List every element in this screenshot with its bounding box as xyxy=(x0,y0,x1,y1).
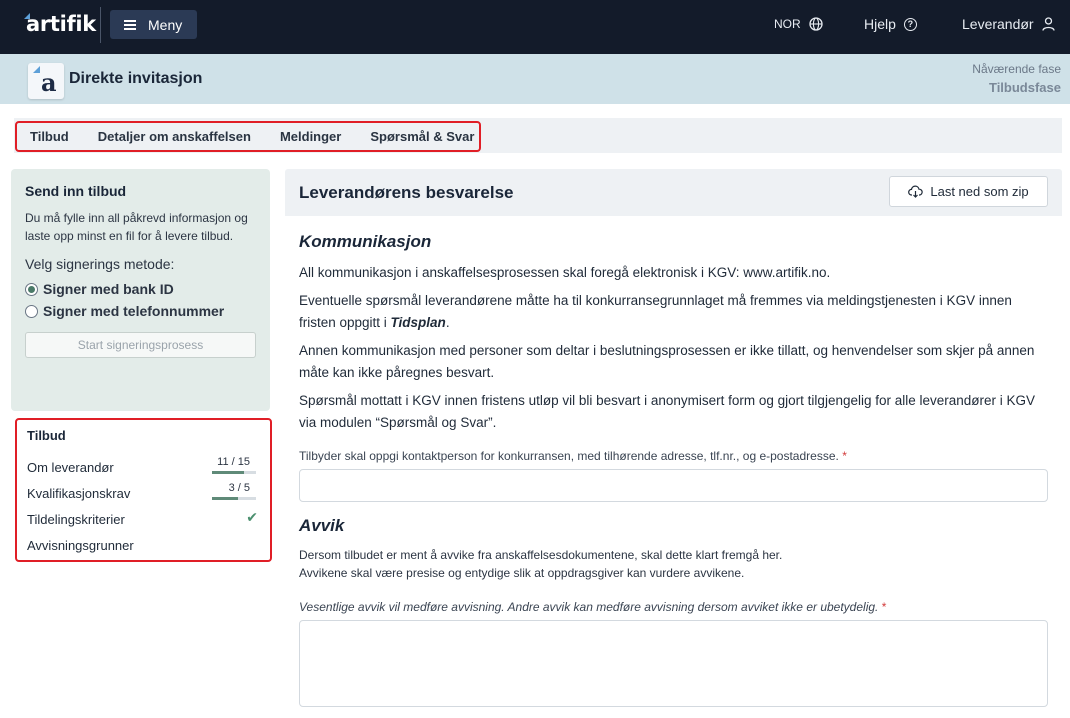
main-title: Leverandørens besvarelse xyxy=(299,183,514,202)
artifik-logo[interactable]: artifik xyxy=(26,12,96,36)
tab-meldinger[interactable]: Meldinger xyxy=(280,129,341,144)
user-icon xyxy=(1041,17,1055,31)
menu-button[interactable]: Meny xyxy=(110,10,197,39)
progress-bar xyxy=(212,497,256,500)
nav-item-kvalifikasjonskrav[interactable]: Kvalifikasjonskrav 3 / 5 xyxy=(27,481,260,507)
progress-fill xyxy=(212,471,245,474)
radio-phone[interactable] xyxy=(25,304,38,318)
tab-sporsmal-svar[interactable]: Spørsmål & Svar xyxy=(370,129,474,144)
help-label: Hjelp xyxy=(864,16,896,32)
progress-fill xyxy=(212,497,239,500)
contact-person-input[interactable] xyxy=(299,469,1048,502)
progress-count: 3 / 5 xyxy=(228,482,250,494)
sign-bankid-label: Signer med bank ID xyxy=(43,281,174,297)
globe-icon xyxy=(809,17,823,31)
contact-field-label: Tilbyder skal oppgi kontaktperson for ko… xyxy=(299,449,1051,463)
required-marker: * xyxy=(842,449,847,463)
nav-item-label: Om leverandør xyxy=(27,460,114,475)
hamburger-icon xyxy=(124,20,136,30)
nav-item-avvisningsgrunner[interactable]: Avvisningsgrunner xyxy=(27,533,260,559)
tabs: Tilbud Detaljer om anskaffelsen Meldinge… xyxy=(15,121,481,152)
procurement-logo: a xyxy=(28,63,64,99)
tidsplan-link[interactable]: Tidsplan xyxy=(391,315,446,330)
phase-label: Nåværende fase xyxy=(972,62,1061,76)
tilbud-nav-title: Tilbud xyxy=(27,428,66,443)
kommunikasjon-paragraph-2: Eventuelle spørsmål leverandørene måtte … xyxy=(299,290,1051,334)
avvik-line-1: Dersom tilbudet er ment å avvike fra ans… xyxy=(299,548,783,562)
kommunikasjon-paragraph-1: All kommunikasjon i anskaffelsesprosesse… xyxy=(299,265,831,280)
nav-item-label: Avvisningsgrunner xyxy=(27,538,134,553)
section-title-kommunikasjon: Kommunikasjon xyxy=(299,232,432,251)
download-zip-label: Last ned som zip xyxy=(930,184,1029,199)
nav-item-tildelingskriterier[interactable]: Tildelingskriterier ✔ xyxy=(27,507,260,533)
question-circle-icon: ? xyxy=(903,17,917,31)
page-title: Direkte invitasjon xyxy=(69,70,203,87)
user-label: Leverandør xyxy=(962,16,1034,32)
radio-bankid[interactable] xyxy=(25,282,38,296)
top-navigation-bar: artifik Meny NOR Hjelp ? Leverandør xyxy=(0,0,1070,54)
main-content: Kommunikasjon All kommunikasjon i anskaf… xyxy=(299,232,1051,707)
sign-phone-option[interactable]: Signer med telefonnummer xyxy=(25,303,256,319)
check-icon: ✔ xyxy=(246,509,258,525)
language-selector[interactable]: NOR xyxy=(774,17,823,31)
tab-tilbud[interactable]: Tilbud xyxy=(30,129,69,144)
avvik-line-2: Avvikene skal være presise og entydige s… xyxy=(299,566,745,580)
logo-letter-icon: a xyxy=(41,68,57,97)
language-label: NOR xyxy=(774,17,801,31)
kommunikasjon-paragraph-4: Spørsmål mottatt i KGV innen fristens ut… xyxy=(299,393,1036,430)
progress-count: 11 / 15 xyxy=(217,456,250,468)
user-menu[interactable]: Leverandør xyxy=(962,16,1055,32)
p2-text-end: . xyxy=(445,315,450,330)
contact-field-label-text: Tilbyder skal oppgi kontaktperson for ko… xyxy=(299,449,839,463)
sign-bankid-option[interactable]: Signer med bank ID xyxy=(25,281,256,297)
submit-panel-description: Du må fylle inn all påkrevd informasjon … xyxy=(25,211,248,243)
nav-item-om-leverandor[interactable]: Om leverandør 11 / 15 xyxy=(27,455,260,481)
phase-value: Tilbudsfase xyxy=(988,80,1061,95)
submit-panel-title: Send inn tilbud xyxy=(25,183,127,199)
tilbud-section-nav: Tilbud Om leverandør 11 / 15 Kvalifikasj… xyxy=(15,418,272,562)
logo-divider xyxy=(100,7,101,43)
avvik-field-label-text: Vesentlige avvik vil medføre avvisning. … xyxy=(299,600,879,614)
help-link[interactable]: Hjelp ? xyxy=(864,16,917,32)
submit-offer-panel: Send inn tilbud Du må fylle inn all påkr… xyxy=(11,169,270,411)
nav-item-label: Tildelingskriterier xyxy=(27,512,125,527)
nav-item-label: Kvalifikasjonskrav xyxy=(27,486,131,501)
procurement-header: a Direkte invitasjon Nåværende fase Tilb… xyxy=(0,54,1070,104)
avvik-field-label: Vesentlige avvik vil medføre avvisning. … xyxy=(299,600,1051,614)
main-header: Leverandørens besvarelse Last ned som zi… xyxy=(285,169,1062,216)
required-marker: * xyxy=(881,600,887,614)
progress-bar xyxy=(212,471,256,474)
download-zip-button[interactable]: Last ned som zip xyxy=(889,176,1048,207)
tab-detaljer[interactable]: Detaljer om anskaffelsen xyxy=(98,129,251,144)
cloud-download-icon xyxy=(908,185,924,198)
menu-button-label: Meny xyxy=(148,16,183,33)
start-signing-button[interactable]: Start signeringsprosess xyxy=(25,332,256,358)
kommunikasjon-paragraph-3: Annen kommunikasjon med personer som del… xyxy=(299,343,1035,380)
logo-mark-icon xyxy=(33,66,40,73)
section-title-avvik: Avvik xyxy=(299,516,345,535)
sign-method-label: Velg signerings metode: xyxy=(25,256,175,272)
sign-phone-label: Signer med telefonnummer xyxy=(43,303,225,319)
avvik-textarea[interactable] xyxy=(299,620,1048,707)
